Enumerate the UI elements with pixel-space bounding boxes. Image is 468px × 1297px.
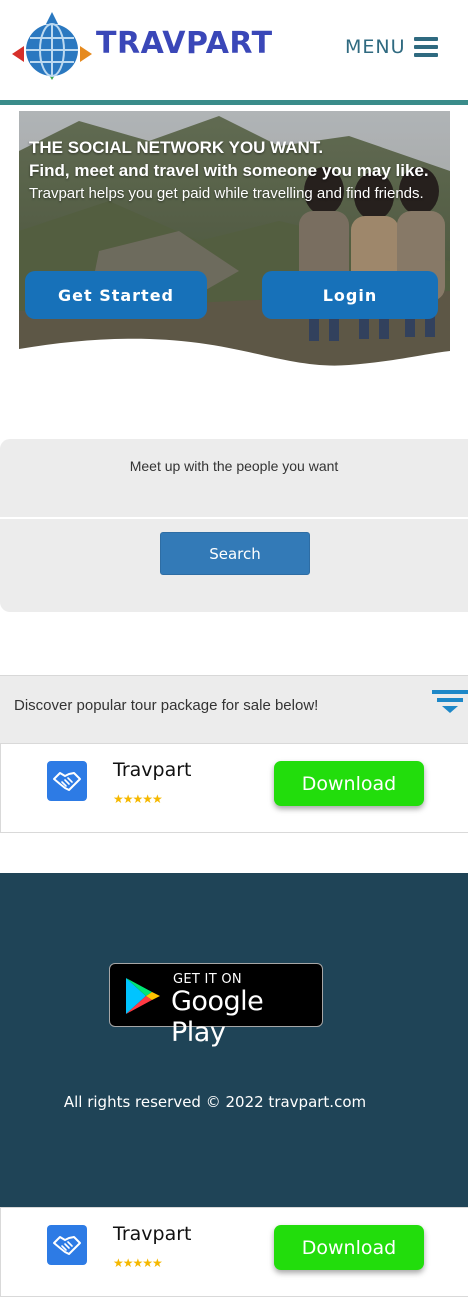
- header-divider: [0, 100, 468, 105]
- brand-name[interactable]: TRAVPART: [96, 26, 273, 61]
- search-caption: Meet up with the people you want: [129, 458, 339, 474]
- discover-text: Discover popular tour package for sale b…: [14, 697, 319, 714]
- site-header: TRAVPART MENU: [0, 0, 468, 100]
- login-button[interactable]: Login: [262, 271, 438, 319]
- menu-button[interactable]: MENU: [345, 36, 438, 58]
- app-rating-stars: ★★★★★: [113, 792, 163, 806]
- search-panel: Meet up with the people you want Search: [0, 439, 468, 612]
- globe-logo-icon[interactable]: [12, 12, 92, 80]
- handshake-icon[interactable]: [47, 761, 87, 801]
- menu-label: MENU: [345, 36, 406, 58]
- hero-wave-divider: [19, 338, 450, 371]
- app-download-banner-sticky: Travpart ★★★★★ Download: [0, 1207, 468, 1297]
- google-play-small-text: GET IT ON: [173, 972, 242, 987]
- google-play-big-text: Google Play: [171, 986, 264, 1048]
- app-download-banner: Travpart ★★★★★ Download: [0, 743, 468, 833]
- download-button[interactable]: Download: [274, 761, 424, 806]
- filter-icon[interactable]: [432, 690, 468, 714]
- search-panel-divider: [0, 517, 468, 519]
- handshake-icon[interactable]: [47, 1225, 87, 1265]
- hero-title: Find, meet and travel with someone you m…: [29, 161, 429, 180]
- get-started-button[interactable]: Get Started: [25, 271, 207, 319]
- search-button[interactable]: Search: [160, 532, 310, 575]
- google-play-badge[interactable]: GET IT ON Google Play: [109, 963, 323, 1048]
- hero-text-block: THE SOCIAL NETWORK YOU WANT. Find, meet …: [29, 138, 439, 203]
- google-play-icon: [126, 978, 160, 1014]
- app-name: Travpart: [113, 1223, 192, 1245]
- app-rating-stars: ★★★★★: [113, 1256, 163, 1270]
- discover-bar: Discover popular tour package for sale b…: [0, 675, 468, 743]
- download-button[interactable]: Download: [274, 1225, 424, 1270]
- site-footer: GET IT ON Google Play All rights reserve…: [0, 873, 468, 1207]
- copyright-text: All rights reserved © 2022 travpart.com: [63, 1093, 367, 1111]
- app-name: Travpart: [113, 759, 192, 781]
- hamburger-icon: [413, 37, 438, 57]
- hero-kicker: THE SOCIAL NETWORK YOU WANT.: [29, 138, 324, 157]
- hero-subtitle: Travpart helps you get paid while travel…: [29, 185, 424, 202]
- hero-banner: THE SOCIAL NETWORK YOU WANT. Find, meet …: [19, 111, 450, 371]
